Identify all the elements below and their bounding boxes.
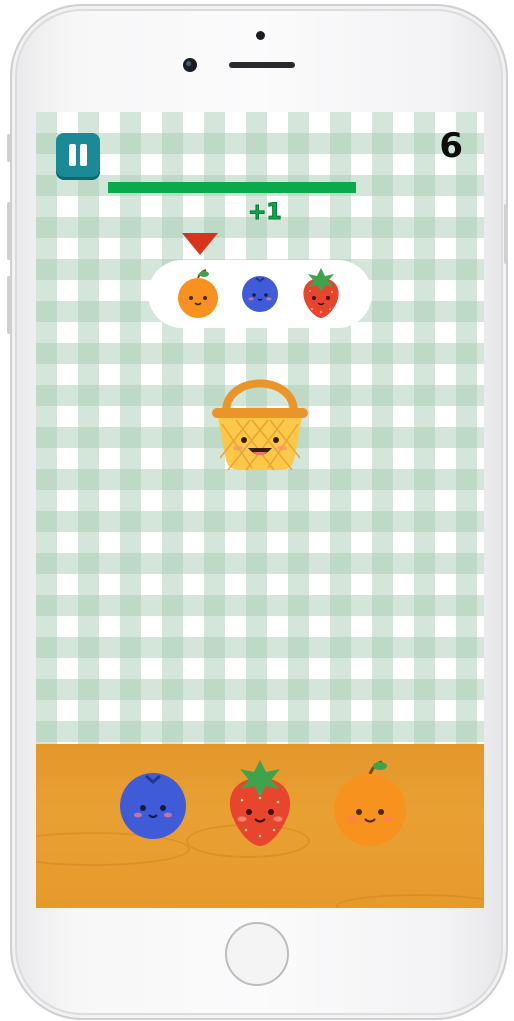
order-item-strawberry-icon — [303, 268, 339, 318]
home-button[interactable] — [225, 922, 289, 986]
volume-up-button — [7, 202, 11, 260]
order-queue — [148, 260, 372, 328]
fruit-tray — [36, 744, 484, 908]
game-screen: 6 +1 — [36, 112, 484, 908]
mute-switch — [7, 134, 11, 162]
pause-button[interactable] — [56, 133, 100, 177]
blueberry-icon[interactable] — [118, 770, 188, 840]
current-order-pointer-icon — [182, 233, 218, 255]
strawberry-icon[interactable] — [220, 756, 300, 852]
volume-down-button — [7, 276, 11, 334]
score-counter: 6 — [439, 126, 463, 166]
bonus-indicator: +1 — [248, 200, 283, 226]
front-camera-icon — [183, 58, 197, 72]
pause-icon — [69, 144, 76, 166]
power-button — [504, 204, 508, 264]
basket-icon — [212, 379, 308, 471]
orange-icon[interactable] — [330, 758, 410, 848]
earpiece-speaker — [229, 62, 295, 68]
proximity-sensor — [256, 31, 265, 40]
order-item-orange-icon — [178, 269, 218, 318]
order-item-blueberry-icon — [242, 276, 278, 312]
time-remaining-bar — [108, 182, 356, 193]
